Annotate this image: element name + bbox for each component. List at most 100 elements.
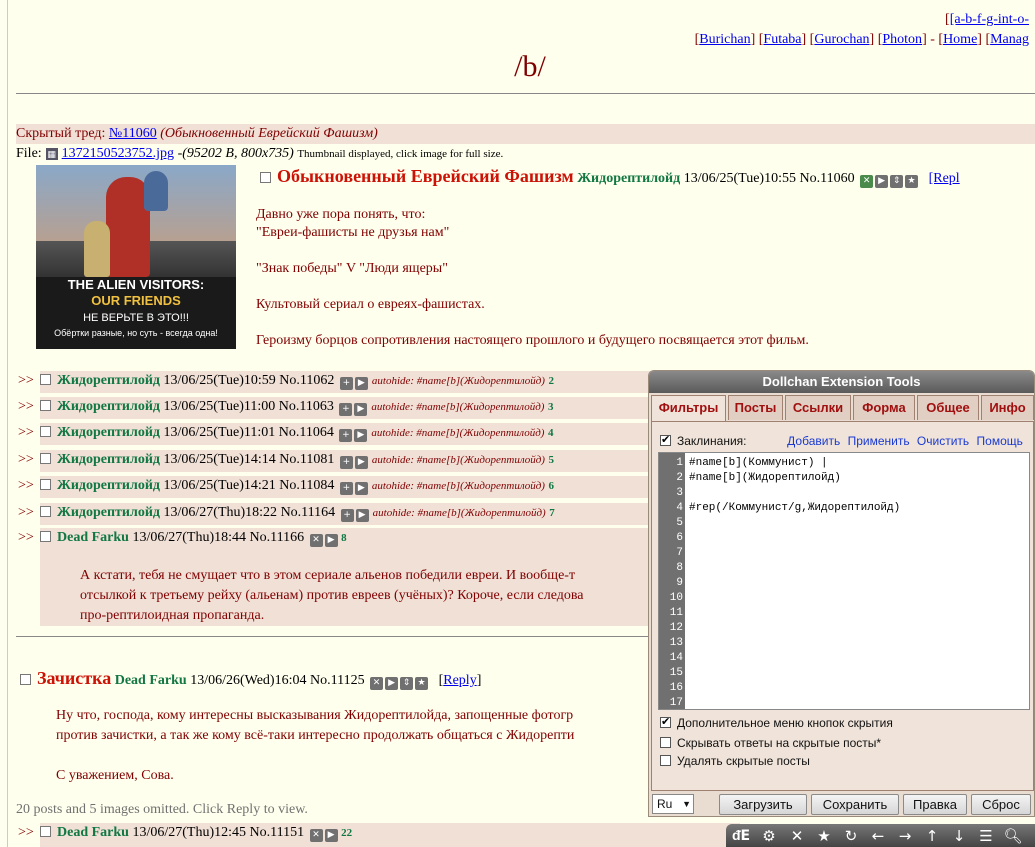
thread-thumbnail[interactable]: THE ALIEN VISITORS: OUR FRIENDS НЕ ВЕРЬТ… <box>36 165 236 349</box>
arrow-right-icon[interactable]: → <box>894 826 916 846</box>
post-checkbox[interactable] <box>40 826 51 837</box>
add-spell-link[interactable]: Добавить <box>787 434 840 448</box>
star-icon[interactable]: ★ <box>905 175 919 188</box>
gear-icon[interactable]: ⚙ <box>758 826 780 846</box>
post-number[interactable]: No.11151 <box>250 825 305 840</box>
play-icon[interactable]: ▶ <box>354 377 368 390</box>
post-date: 13/06/25(Tue)11:00 <box>163 399 276 414</box>
hide-icon[interactable]: ✕ <box>309 829 323 842</box>
star-icon[interactable]: ★ <box>415 677 429 690</box>
spells-checkbox[interactable] <box>660 433 671 446</box>
help-spell-link[interactable]: Помощь <box>977 434 1023 448</box>
reset-button[interactable]: Сброс <box>971 794 1031 815</box>
play-icon[interactable]: ▶ <box>324 829 338 842</box>
arrow-down-icon[interactable]: ↓ <box>948 826 970 846</box>
manage-link[interactable]: Manag <box>990 32 1029 47</box>
chevron-down-icon: ▼ <box>682 799 691 809</box>
clear-spell-link[interactable]: Очистить <box>917 434 969 448</box>
play-icon[interactable]: ▶ <box>354 429 368 442</box>
reply-index: 7 <box>549 507 555 519</box>
unhide-icon[interactable]: + <box>339 403 353 416</box>
tab-posts[interactable]: Посты <box>728 395 783 420</box>
reply-header: >> Жидорептилойд 13/06/25(Tue)10:59 No.11… <box>18 373 554 390</box>
option-label: Дополнительное меню кнопок скрытия <box>677 716 893 730</box>
post-checkbox[interactable] <box>40 531 51 542</box>
poster-name: Жидорептилойд <box>57 452 161 467</box>
post-number[interactable]: No.11062 <box>279 373 334 388</box>
post-checkbox[interactable] <box>40 453 51 464</box>
board-list-link[interactable]: [a-b-f-g-int-o- <box>950 12 1029 27</box>
list-icon[interactable]: ☰ <box>975 826 997 846</box>
spells-editor[interactable]: 1 2 3 4 5 6 7 8 9 10 11 12 13 14 15 16 17 #name[b](Комму… <box>658 452 1030 710</box>
save-button[interactable]: Сохранить <box>811 794 899 815</box>
arrow-up-icon[interactable]: ↑ <box>921 826 943 846</box>
post-checkbox[interactable] <box>40 479 51 490</box>
style-link-gurochan[interactable]: Gurochan <box>814 32 869 47</box>
style-link-futaba[interactable]: Futaba <box>763 32 801 47</box>
style-link-burichan[interactable]: Burichan <box>699 32 750 47</box>
edit-button[interactable]: Правка <box>903 794 967 815</box>
unhide-icon[interactable]: + <box>339 377 353 390</box>
play-icon[interactable]: ▶ <box>875 175 889 188</box>
expand-icon[interactable]: ⇕ <box>400 677 414 690</box>
tab-links[interactable]: Ссылки <box>785 395 851 420</box>
tab-form[interactable]: Форма <box>853 395 915 420</box>
post-number[interactable]: No.11064 <box>279 425 334 440</box>
option-checkbox[interactable] <box>660 737 671 748</box>
hide-icon[interactable]: ✕ <box>309 534 323 547</box>
hidden-thread-link[interactable]: №11060 <box>109 126 157 141</box>
post-number[interactable]: No.11125 <box>310 673 365 688</box>
hide-icon[interactable]: ✕ <box>860 175 874 188</box>
post-checkbox[interactable] <box>40 400 51 411</box>
post-checkbox[interactable] <box>40 374 51 385</box>
reply-header: >> Жидорептилойд 13/06/25(Tue)14:14 No.11… <box>18 452 554 469</box>
play-icon[interactable]: ▶ <box>354 403 368 416</box>
apply-spell-link[interactable]: Применить <box>848 434 910 448</box>
unhide-icon[interactable]: + <box>339 482 353 495</box>
file-link[interactable]: 1372150523752.jpg <box>62 146 174 161</box>
tab-filters[interactable]: Фильтры <box>651 395 726 422</box>
option-checkbox[interactable] <box>660 755 671 766</box>
play-icon[interactable]: ▶ <box>354 482 368 495</box>
play-icon[interactable]: ▶ <box>355 509 369 522</box>
post-number[interactable]: No.11084 <box>279 478 334 493</box>
unhide-icon[interactable]: + <box>339 456 353 469</box>
arrow-left-icon[interactable]: ← <box>867 826 889 846</box>
post-checkbox[interactable] <box>40 426 51 437</box>
language-select[interactable]: Ru ▼ <box>652 794 694 814</box>
line-number: 10 <box>669 592 683 604</box>
play-icon[interactable]: ▶ <box>324 534 338 547</box>
play-icon[interactable]: ▶ <box>354 456 368 469</box>
dollchan-logo-icon[interactable]: ᵭE <box>730 826 752 846</box>
star-icon[interactable]: ★ <box>813 826 835 846</box>
unhide-icon[interactable]: + <box>340 509 354 522</box>
post-checkbox[interactable] <box>260 172 271 183</box>
unhide-icon[interactable]: + <box>339 429 353 442</box>
post-checkbox[interactable] <box>40 506 51 517</box>
post-checkbox[interactable] <box>20 674 31 685</box>
post-number[interactable]: No.11164 <box>281 505 336 520</box>
post-date: 13/06/27(Thu)18:22 <box>163 505 278 520</box>
post-number[interactable]: No.11063 <box>279 399 334 414</box>
reply-link[interactable]: [Repl <box>929 171 960 186</box>
tab-general[interactable]: Общее <box>917 395 979 420</box>
play-icon[interactable]: ▶ <box>385 677 399 690</box>
home-link[interactable]: Home <box>943 32 977 47</box>
option-checkbox[interactable] <box>660 715 671 728</box>
post-number[interactable]: No.11081 <box>279 452 334 467</box>
close-icon[interactable]: ✕ <box>786 826 808 846</box>
search-icon[interactable]: 🔍︎ <box>1002 826 1024 846</box>
refresh-icon[interactable]: ↻ <box>840 826 862 846</box>
reply-body: А кстати, тебя не смущает что в этом сер… <box>80 566 584 626</box>
hide-icon[interactable]: ✕ <box>370 677 384 690</box>
style-link-photon[interactable]: Photon <box>882 32 922 47</box>
reply-link[interactable]: Reply <box>443 673 476 688</box>
post-number[interactable]: No.11060 <box>800 171 855 186</box>
spells-label: Заклинания: <box>677 434 747 448</box>
expand-icon[interactable]: ⇕ <box>890 175 904 188</box>
op-post-header: Обыкновенный Еврейский Фашизм Жидорептил… <box>260 166 960 188</box>
tab-info[interactable]: Инфо <box>981 395 1034 420</box>
post-number[interactable]: No.11166 <box>250 530 305 545</box>
load-button[interactable]: Загрузить <box>719 794 807 815</box>
image-search-icon[interactable]: ▦ <box>45 148 58 160</box>
